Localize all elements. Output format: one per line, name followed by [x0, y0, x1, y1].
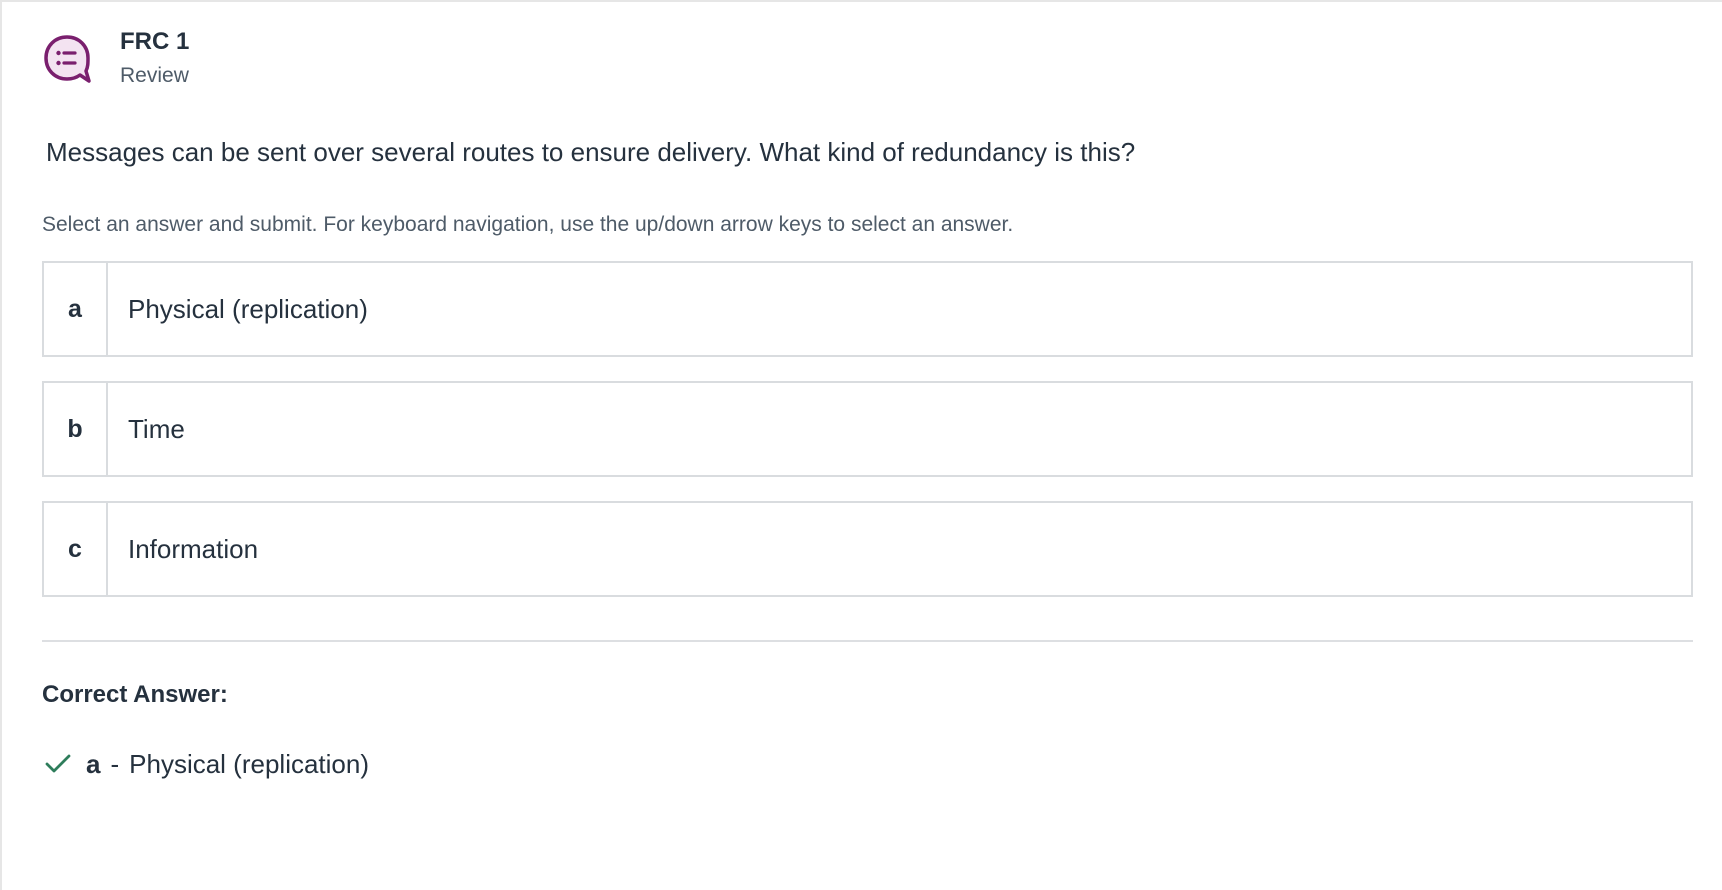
checkmark-icon — [45, 754, 71, 773]
option-letter: a — [44, 263, 108, 355]
option-label: Information — [128, 533, 259, 564]
question-title: FRC 1 — [120, 28, 190, 55]
header-text: FRC 1 Review — [120, 28, 189, 88]
option-label: Physical (replication) — [128, 293, 368, 324]
answer-option-a[interactable]: a Physical (replication) — [42, 261, 1693, 357]
instructions-text: Select an answer and submit. For keyboar… — [42, 213, 1014, 236]
option-label: Time — [128, 413, 185, 444]
correct-answer-separator: - — [110, 749, 120, 779]
section-divider — [42, 640, 1693, 642]
question-subtitle: Review — [120, 64, 189, 87]
chat-list-icon — [44, 35, 91, 83]
question-header: FRC 1 Review — [42, 28, 189, 88]
answer-options: a Physical (replication) b Time c Inform… — [42, 261, 1693, 621]
answer-option-c[interactable]: c Information — [42, 501, 1693, 597]
question-text: Messages can be sent over several routes… — [46, 137, 1136, 167]
option-letter: b — [44, 383, 108, 475]
correct-answer-letter: a — [86, 749, 101, 779]
answer-option-b[interactable]: b Time — [42, 381, 1693, 477]
correct-answer-label: Physical (replication) — [129, 749, 370, 779]
option-letter: c — [44, 503, 108, 595]
correct-answer-heading: Correct Answer: — [42, 681, 228, 708]
correct-answer: a - Physical (replication) — [44, 748, 369, 780]
